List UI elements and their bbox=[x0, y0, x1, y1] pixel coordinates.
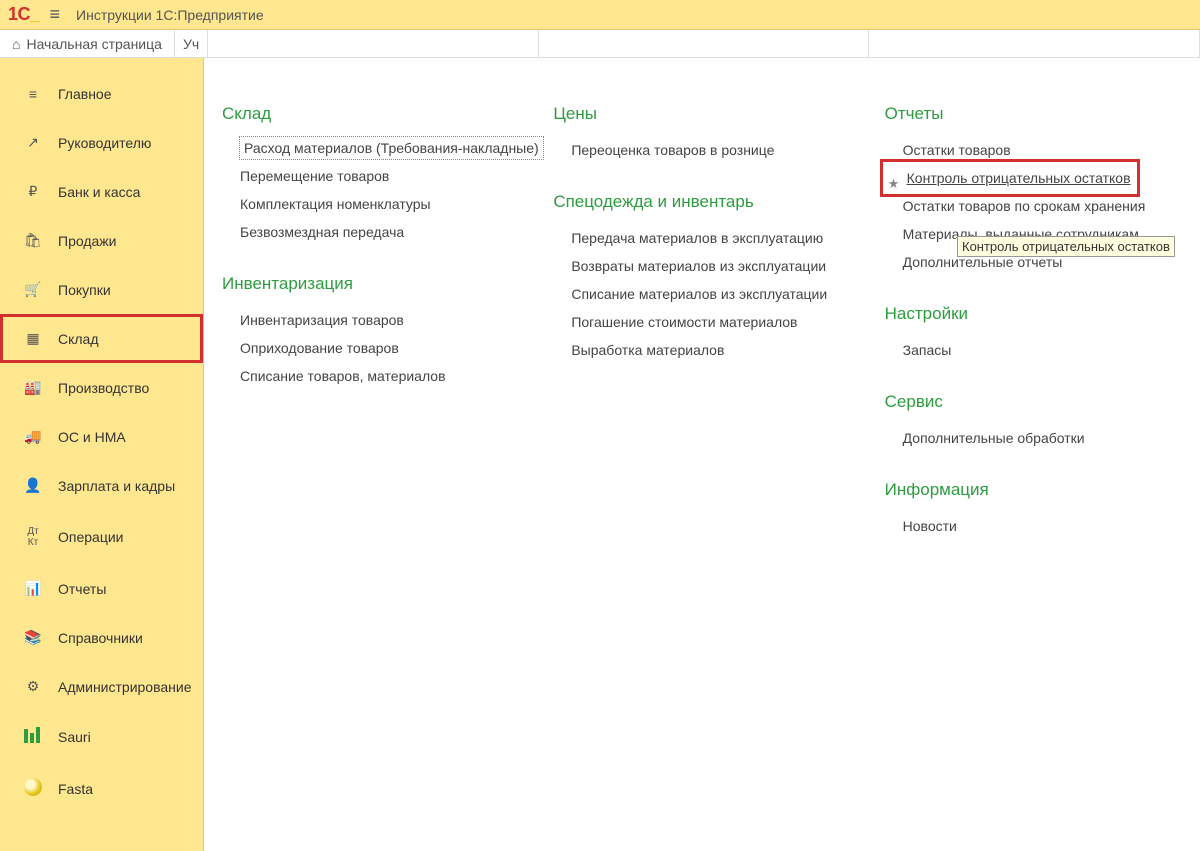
sidebar-label: Продажи bbox=[58, 233, 116, 249]
app-logo: 1C_ bbox=[8, 4, 40, 25]
sidebar-item-manager[interactable]: ↗ Руководителю bbox=[0, 118, 203, 167]
link-materials-transfer[interactable]: Передача материалов в эксплуатацию bbox=[553, 224, 844, 252]
section-inventory: Инвентаризация Инвентаризация товаров Оп… bbox=[222, 274, 513, 390]
tabs-row: ⌂ Начальная страница Уч bbox=[0, 30, 1200, 58]
book-icon: 📚 bbox=[20, 629, 46, 646]
sidebar-item-hr[interactable]: 👤 Зарплата и кадры bbox=[0, 461, 203, 510]
sidebar-item-assets[interactable]: 🚚 ОС и НМА bbox=[0, 412, 203, 461]
link-materials-return[interactable]: Возвраты материалов из эксплуатации bbox=[553, 252, 844, 280]
link-balances-by-storage[interactable]: Остатки товаров по срокам хранения bbox=[885, 192, 1176, 220]
sidebar-label: Отчеты bbox=[58, 581, 106, 597]
sidebar-label: Зарплата и кадры bbox=[58, 478, 175, 494]
section-title: Отчеты bbox=[885, 104, 1176, 124]
link-revaluation[interactable]: Переоценка товаров в рознице bbox=[553, 136, 844, 164]
section-service: Сервис Дополнительные обработки bbox=[885, 392, 1176, 452]
sidebar-item-admin[interactable]: ⚙ Администрирование bbox=[0, 662, 203, 711]
sidebar-label: Покупки bbox=[58, 282, 111, 298]
sidebar-item-purchases[interactable]: 🛒 Покупки bbox=[0, 265, 203, 314]
section-settings: Настройки Запасы bbox=[885, 304, 1176, 364]
highlighted-report: ★ Контроль отрицательных остатков bbox=[885, 164, 1135, 192]
link-goods-movement[interactable]: Перемещение товаров bbox=[222, 162, 513, 190]
section-info: Информация Новости bbox=[885, 480, 1176, 540]
main-layout: ≡ Главное ↗ Руководителю ₽ Банк и касса … bbox=[0, 58, 1200, 851]
section-title: Настройки bbox=[885, 304, 1176, 324]
star-icon: ★ bbox=[888, 176, 900, 192]
section-prices: Цены Переоценка товаров в рознице bbox=[553, 104, 844, 164]
section-title: Склад bbox=[222, 104, 513, 124]
sidebar-item-directories[interactable]: 📚 Справочники bbox=[0, 613, 203, 662]
bar-chart-icon: 📊 bbox=[20, 580, 46, 597]
grid-icon: ▦ bbox=[20, 330, 46, 347]
section-workwear: Спецодежда и инвентарь Передача материал… bbox=[553, 192, 844, 364]
tooltip: Контроль отрицательных остатков bbox=[957, 236, 1175, 257]
tab-label: Начальная страница bbox=[26, 36, 161, 52]
sidebar-label: Производство bbox=[58, 380, 149, 396]
sidebar-item-sauri[interactable]: Sauri bbox=[0, 711, 203, 762]
link-negative-balances-control[interactable]: ★ Контроль отрицательных остатков bbox=[889, 170, 1131, 186]
content-area: Склад Расход материалов (Требования-накл… bbox=[204, 58, 1200, 851]
sidebar-label: Банк и касса bbox=[58, 184, 140, 200]
sidebar-label: Справочники bbox=[58, 630, 143, 646]
ops-icon: ДтКт bbox=[20, 526, 46, 548]
column-3: Отчеты Остатки товаров ★ Контроль отрица… bbox=[885, 104, 1176, 851]
link-configuration[interactable]: Комплектация номенклатуры bbox=[222, 190, 513, 218]
section-title: Сервис bbox=[885, 392, 1176, 412]
link-goods-posting[interactable]: Оприходование товаров bbox=[222, 334, 513, 362]
link-free-transfer[interactable]: Безвозмездная передача bbox=[222, 218, 513, 246]
sidebar-label: Склад bbox=[58, 331, 99, 347]
link-stocks[interactable]: Запасы bbox=[885, 336, 1176, 364]
sidebar-item-operations[interactable]: ДтКт Операции bbox=[0, 510, 203, 564]
sidebar-label: Fasta bbox=[58, 781, 93, 797]
sidebar-label: Операции bbox=[58, 529, 124, 545]
link-news[interactable]: Новости bbox=[885, 512, 1176, 540]
gear-icon: ⚙ bbox=[20, 678, 46, 695]
menu-icon: ≡ bbox=[20, 86, 46, 102]
link-inventory-goods[interactable]: Инвентаризация товаров bbox=[222, 306, 513, 334]
tab-partial[interactable]: Уч bbox=[175, 30, 208, 57]
sidebar-item-warehouse[interactable]: ▦ Склад bbox=[0, 314, 203, 363]
sidebar-label: Руководителю bbox=[58, 135, 151, 151]
section-title: Информация bbox=[885, 480, 1176, 500]
bag-icon: 🛍 bbox=[20, 232, 46, 249]
section-warehouse: Склад Расход материалов (Требования-накл… bbox=[222, 104, 513, 246]
app-title: Инструкции 1С:Предприятие bbox=[76, 7, 264, 23]
sauri-icon bbox=[20, 727, 46, 746]
sidebar: ≡ Главное ↗ Руководителю ₽ Банк и касса … bbox=[0, 58, 204, 851]
factory-icon: 🏭 bbox=[20, 379, 46, 396]
sidebar-label: Главное bbox=[58, 86, 112, 102]
tab-blanks bbox=[208, 30, 1200, 57]
home-icon: ⌂ bbox=[12, 36, 20, 52]
link-stock-balances[interactable]: Остатки товаров bbox=[885, 136, 1176, 164]
cart-icon: 🛒 bbox=[20, 281, 46, 298]
title-bar: 1C_ ≡ Инструкции 1С:Предприятие bbox=[0, 0, 1200, 30]
fasta-icon bbox=[20, 778, 46, 799]
sidebar-item-reports[interactable]: 📊 Отчеты bbox=[0, 564, 203, 613]
sidebar-item-bank[interactable]: ₽ Банк и касса bbox=[0, 167, 203, 216]
column-2: Цены Переоценка товаров в рознице Спецод… bbox=[553, 104, 844, 851]
sidebar-item-production[interactable]: 🏭 Производство bbox=[0, 363, 203, 412]
person-icon: 👤 bbox=[20, 477, 46, 494]
sidebar-label: Администрирование bbox=[58, 679, 192, 695]
link-cost-repayment[interactable]: Погашение стоимости материалов bbox=[553, 308, 844, 336]
truck-icon: 🚚 bbox=[20, 428, 46, 445]
link-additional-processing[interactable]: Дополнительные обработки bbox=[885, 424, 1176, 452]
sidebar-label: ОС и НМА bbox=[58, 429, 126, 445]
section-title: Спецодежда и инвентарь bbox=[553, 192, 844, 212]
link-materials-expense[interactable]: Расход материалов (Требования-накладные) bbox=[239, 136, 544, 160]
link-goods-writeoff[interactable]: Списание товаров, материалов bbox=[222, 362, 513, 390]
section-title: Инвентаризация bbox=[222, 274, 513, 294]
tab-home[interactable]: ⌂ Начальная страница bbox=[0, 30, 175, 57]
link-materials-output[interactable]: Выработка материалов bbox=[553, 336, 844, 364]
sidebar-item-fasta[interactable]: Fasta bbox=[0, 762, 203, 815]
column-1: Склад Расход материалов (Требования-накл… bbox=[222, 104, 513, 851]
section-title: Цены bbox=[553, 104, 844, 124]
hamburger-icon[interactable]: ≡ bbox=[50, 4, 61, 25]
link-materials-writeoff[interactable]: Списание материалов из эксплуатации bbox=[553, 280, 844, 308]
sidebar-label: Sauri bbox=[58, 729, 91, 745]
sidebar-item-main[interactable]: ≡ Главное bbox=[0, 70, 203, 118]
sidebar-item-sales[interactable]: 🛍 Продажи bbox=[0, 216, 203, 265]
ruble-icon: ₽ bbox=[20, 183, 46, 200]
chart-up-icon: ↗ bbox=[20, 134, 46, 151]
